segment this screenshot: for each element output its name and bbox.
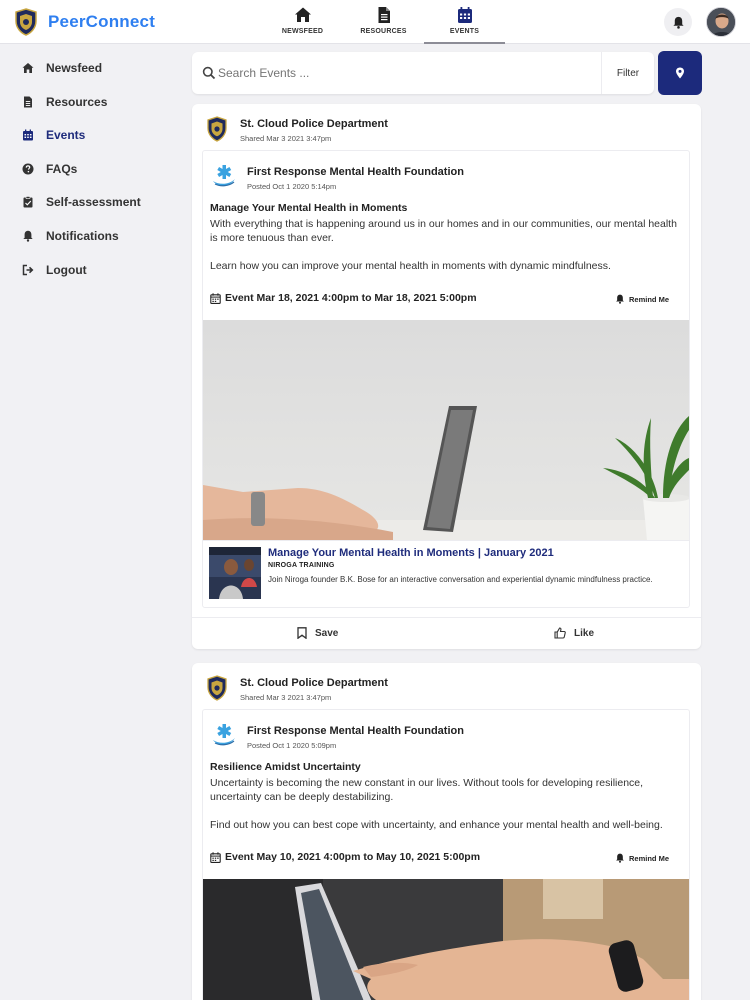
- tab-newsfeed[interactable]: NEWSFEED: [262, 0, 343, 44]
- share-header: St. Cloud Police Department Shared Mar 3…: [206, 675, 388, 702]
- police-badge-logo: [207, 116, 227, 142]
- remind-label: Remind Me: [628, 294, 669, 304]
- tab-events[interactable]: EVENTS: [424, 0, 505, 44]
- star-of-life-logo: [213, 724, 235, 746]
- bell-icon: [22, 230, 34, 242]
- police-badge-logo: [207, 675, 227, 701]
- sidebar-item-label: Events: [46, 128, 86, 142]
- search-input[interactable]: [218, 52, 588, 94]
- post-actions: Save Like: [192, 617, 701, 649]
- event-image: [203, 879, 689, 1000]
- question-circle-icon: [22, 163, 34, 175]
- avatar-photo: [707, 8, 735, 36]
- calendar-icon: [22, 129, 34, 141]
- calendar-icon: [210, 292, 221, 304]
- post-title: Resilience Amidst Uncertainty: [210, 761, 361, 773]
- post-title: Manage Your Mental Health in Moments: [210, 202, 408, 214]
- police-badge-logo: [15, 8, 37, 36]
- calendar-icon: [210, 851, 221, 863]
- star-of-life-logo: [213, 165, 235, 187]
- calendar-icon: [457, 7, 472, 23]
- event-datetime: Event Mar 18, 2021 4:00pm to Mar 18, 202…: [210, 292, 477, 304]
- shared-by-name[interactable]: St. Cloud Police Department: [240, 118, 388, 130]
- org-name[interactable]: First Response Mental Health Foundation: [247, 166, 464, 178]
- filter-button[interactable]: Filter: [601, 52, 654, 94]
- document-icon: [22, 96, 34, 108]
- sidebar-item-label: FAQs: [46, 162, 78, 176]
- tab-label: NEWSFEED: [281, 28, 324, 35]
- post-body: Find out how you can best cope with unce…: [210, 819, 663, 831]
- sidebar-item-label: Resources: [46, 95, 108, 109]
- post-body: Learn how you can improve your mental he…: [210, 260, 611, 272]
- map-pin-icon: [676, 67, 684, 79]
- event-datetime: Event May 10, 2021 4:00pm to May 10, 202…: [210, 851, 480, 863]
- search-bar: Filter: [192, 52, 654, 94]
- sidebar-item-label: Notifications: [46, 229, 119, 243]
- post-body: Uncertainty is becoming the new constant…: [210, 777, 644, 803]
- link-title[interactable]: Manage Your Mental Health in Moments | J…: [268, 547, 554, 559]
- notifications-button[interactable]: [664, 8, 692, 36]
- sidebar-item-notifications[interactable]: Notifications: [22, 226, 119, 246]
- post-body: With everything that is happening around…: [210, 218, 677, 244]
- org-name[interactable]: First Response Mental Health Foundation: [247, 725, 464, 737]
- app-name: PeerConnect: [48, 12, 156, 31]
- save-label: Save: [315, 627, 339, 639]
- link-source: NIROGA TRAINING: [268, 562, 335, 569]
- document-icon: [378, 7, 390, 23]
- brand[interactable]: PeerConnect: [14, 8, 155, 36]
- clipboard-icon: [22, 196, 34, 208]
- shared-by-name[interactable]: St. Cloud Police Department: [240, 677, 388, 689]
- sidebar-item-faqs[interactable]: FAQs: [22, 159, 77, 179]
- link-preview[interactable]: Manage Your Mental Health in Moments | J…: [203, 540, 689, 606]
- event-image: [203, 320, 689, 540]
- link-description: Join Niroga founder B.K. Bose for an int…: [268, 575, 653, 584]
- remind-me-button[interactable]: Remind Me: [615, 853, 669, 863]
- tab-label: RESOURCES: [360, 28, 407, 35]
- like-button[interactable]: Like: [554, 627, 594, 639]
- home-icon: [294, 7, 311, 22]
- bookmark-icon: [297, 627, 307, 639]
- event-text: Event May 10, 2021 4:00pm to May 10, 202…: [225, 851, 481, 863]
- bell-icon: [616, 853, 624, 863]
- shared-date: Shared Mar 3 2021 3:47pm: [240, 693, 332, 702]
- org-header: First Response Mental Health Foundation …: [211, 722, 464, 750]
- event-card: St. Cloud Police Department Shared Mar 3…: [192, 663, 701, 1000]
- link-thumbnail: [209, 547, 261, 599]
- tab-resources[interactable]: RESOURCES: [343, 0, 424, 44]
- top-bar: PeerConnect NEWSFEED RESOURCES EVENTS: [0, 0, 750, 44]
- sidebar-item-label: Logout: [46, 263, 87, 277]
- event-text: Event Mar 18, 2021 4:00pm to Mar 18, 202…: [225, 292, 477, 304]
- main-nav: NEWSFEED RESOURCES EVENTS: [262, 0, 505, 44]
- sidebar-item-logout[interactable]: Logout: [22, 260, 87, 280]
- sidebar-item-events[interactable]: Events: [22, 125, 85, 145]
- avatar[interactable]: [706, 7, 736, 37]
- shared-post: First Response Mental Health Foundation …: [202, 709, 690, 1000]
- event-card: St. Cloud Police Department Shared Mar 3…: [192, 104, 701, 649]
- posted-date: Posted Oct 1 2020 5:14pm: [247, 182, 337, 191]
- like-label: Like: [574, 627, 595, 639]
- search-icon: [202, 66, 216, 80]
- sidebar-item-label: Newsfeed: [46, 61, 103, 75]
- tab-label: EVENTS: [449, 28, 480, 35]
- share-header: St. Cloud Police Department Shared Mar 3…: [206, 116, 388, 143]
- org-header: First Response Mental Health Foundation …: [211, 163, 464, 191]
- home-icon: [22, 62, 34, 74]
- posted-date: Posted Oct 1 2020 5:09pm: [247, 741, 337, 750]
- save-button[interactable]: Save: [297, 627, 338, 639]
- logout-icon: [22, 264, 34, 276]
- remind-me-button[interactable]: Remind Me: [615, 294, 669, 304]
- thumbs-up-icon: [554, 627, 566, 639]
- sidebar-item-newsfeed[interactable]: Newsfeed: [22, 58, 102, 78]
- bell-icon: [616, 294, 624, 304]
- shared-post: First Response Mental Health Foundation …: [202, 150, 690, 608]
- sidebar-item-label: Self-assessment: [46, 195, 141, 209]
- shared-date: Shared Mar 3 2021 3:47pm: [240, 134, 332, 143]
- sidebar-item-self-assessment[interactable]: Self-assessment: [22, 192, 141, 212]
- sidebar-item-resources[interactable]: Resources: [22, 92, 107, 112]
- remind-label: Remind Me: [628, 853, 669, 863]
- bell-icon: [672, 16, 684, 29]
- location-button[interactable]: [658, 51, 702, 95]
